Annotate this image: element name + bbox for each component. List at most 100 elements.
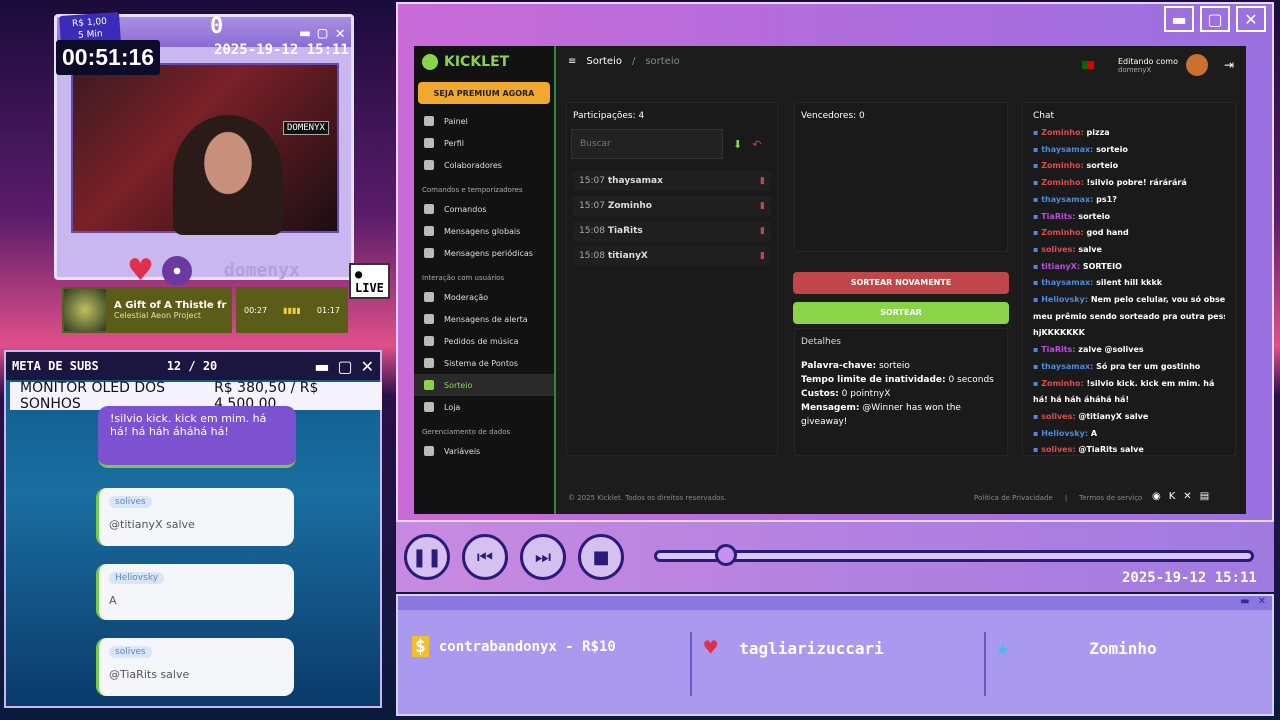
document-icon[interactable]: ▤ — [1200, 491, 1209, 502]
nav-label: Mensagens globais — [444, 226, 521, 236]
premium-button[interactable]: SEJA PREMIUM AGORA — [418, 82, 550, 104]
maximize-icon[interactable]: ▢ — [337, 357, 352, 376]
maximize-icon[interactable]: ▢ — [318, 23, 328, 42]
minimize-icon[interactable]: ▬ — [1240, 596, 1249, 610]
avatar[interactable] — [1185, 54, 1208, 76]
badge-icon: ▪ — [1033, 411, 1042, 421]
trash-icon[interactable]: ▮ — [760, 251, 765, 261]
gift-icon — [424, 380, 434, 390]
sidebar-item-loja[interactable]: Loja — [414, 396, 554, 418]
nav-label: Perfil — [444, 138, 465, 148]
flag-icon[interactable] — [1082, 61, 1094, 69]
player-date: 2025-19-12 15:11 — [1122, 570, 1257, 586]
dollar-icon: $ — [412, 636, 429, 657]
sidebar-item-perfil[interactable]: Perfil — [414, 132, 554, 154]
kick-icon[interactable]: K — [1169, 491, 1176, 502]
sidebar-item-comandos[interactable]: Comandos — [414, 198, 554, 220]
chat-message: hjKKKKKKK — [1033, 325, 1225, 342]
sidebar-item-musica[interactable]: Pedidos de música — [414, 330, 554, 352]
chat-text: Nem pelo celular, vou só observar — [1090, 295, 1225, 305]
participant-name: titianyX — [607, 251, 648, 261]
profile-icon — [424, 138, 434, 148]
minimize-icon[interactable]: ▬ — [300, 23, 310, 42]
trash-icon[interactable]: ▮ — [760, 176, 765, 186]
footer-links: Política de Privacidade | Termos de serv… — [974, 494, 1142, 502]
stop-button[interactable]: ■ — [578, 534, 624, 580]
chat-username: Heliovsky: — [1041, 428, 1089, 438]
chat-text: silent hill kkkk — [1093, 278, 1163, 288]
kicklet-app: KICKLET SEJA PREMIUM AGORA Painel Perfil… — [414, 46, 1246, 514]
nav-label: Sorteio — [444, 380, 473, 390]
previous-button[interactable]: ⏮ — [462, 534, 508, 580]
seek-handle[interactable] — [715, 544, 737, 566]
last-subscriber: ★ Zominho — [996, 636, 1157, 661]
badge-icon: ▪ — [1033, 144, 1042, 154]
chat-username: TiaRits: — [1041, 345, 1076, 355]
minimize-icon[interactable]: ▬ — [1164, 6, 1194, 32]
chat-text: @TiaRits salve — [1075, 445, 1144, 455]
vinyl-icon — [161, 255, 192, 286]
media-player: ❚❚ ⏮ ⏭ ■ 2025-19-12 15:11 — [396, 522, 1274, 592]
donation-text: contrabandonyx - R$10 — [438, 638, 616, 655]
participant-row: 15:07 thaysamax ▮ — [573, 171, 771, 191]
chat-text: salve — [1075, 244, 1102, 254]
footer-separator: | — [1064, 494, 1068, 502]
seek-bar[interactable] — [654, 550, 1254, 562]
winners-title: Vencedores: 0 — [801, 111, 865, 121]
maximize-icon[interactable]: ▢ — [1200, 6, 1230, 32]
chat-message: ▪ thaysamax: Só pra ter um gostinho — [1033, 359, 1225, 376]
close-icon[interactable]: ✕ — [361, 357, 374, 376]
subs-titlebar: META DE SUBS 12 / 20 ▬ ▢ ✕ — [6, 352, 380, 380]
minimize-icon[interactable]: ▬ — [314, 357, 329, 376]
menu-toggle-icon[interactable]: ≡ — [568, 56, 576, 67]
chat-text: pizza — [1083, 128, 1110, 137]
search-input[interactable] — [571, 129, 723, 159]
follower-text: tagliarizuccari — [739, 639, 884, 658]
chat-message: meu prêmio sendo sorteado pra outra pess… — [1033, 309, 1225, 326]
sidebar-item-colaboradores[interactable]: Colaboradores — [414, 154, 554, 176]
chat-message: ▪ Zominho: !silvio kick. kick em mim. há — [1033, 376, 1225, 393]
redraw-button[interactable]: SORTEAR NOVAMENTE — [793, 272, 1009, 294]
chat-text: há! há háh áháhá há! — [1033, 395, 1130, 405]
logout-icon[interactable]: ⇥ — [1224, 58, 1234, 72]
sidebar-item-pontos[interactable]: Sistema de Pontos — [414, 352, 554, 374]
trash-icon[interactable]: ▮ — [760, 226, 765, 236]
discord-icon[interactable]: ◉ — [1152, 491, 1161, 502]
sidebar-item-alertas[interactable]: Mensagens de alerta — [414, 308, 554, 330]
brand-text: domenyx — [223, 260, 300, 281]
sidebar-item-moderacao[interactable]: Moderação — [414, 286, 554, 308]
chat-message: ▪ Zominho: pizza — [1033, 125, 1225, 142]
sidebar-item-mensagens-periodicas[interactable]: Mensagens periódicas — [414, 242, 554, 264]
close-icon[interactable]: ✕ — [335, 23, 345, 42]
x-icon[interactable]: ✕ — [1183, 491, 1191, 502]
pause-button[interactable]: ❚❚ — [404, 534, 450, 580]
chat-bubble: Heliovsky A — [96, 564, 294, 620]
undo-icon[interactable]: ↶ — [752, 138, 761, 151]
close-icon[interactable]: ✕ — [1236, 6, 1266, 32]
sidebar-item-mensagens-globais[interactable]: Mensagens globais — [414, 220, 554, 242]
chat-user: solives — [109, 496, 152, 508]
album-art — [64, 289, 106, 331]
nav-label: Mensagens periódicas — [444, 248, 533, 258]
chat-user: solives — [109, 646, 152, 658]
sidebar-item-variaveis[interactable]: Variáveis — [414, 440, 554, 462]
nav-label: Pedidos de música — [444, 336, 519, 346]
privacy-link[interactable]: Política de Privacidade — [974, 494, 1053, 502]
terms-link[interactable]: Termos de serviço — [1079, 494, 1142, 502]
last-follower: ♥ tagliarizuccari — [704, 636, 884, 661]
song-elapsed: 00:27 — [244, 305, 268, 315]
trash-icon[interactable]: ▮ — [760, 201, 765, 211]
sidebar-item-sorteio[interactable]: Sorteio — [414, 374, 554, 396]
draw-button[interactable]: SORTEAR — [793, 302, 1009, 324]
close-icon[interactable]: ✕ — [1258, 596, 1266, 610]
streamer-image — [173, 115, 283, 235]
chat-username: thaysamax: — [1041, 278, 1094, 288]
next-button[interactable]: ⏭ — [520, 534, 566, 580]
logo[interactable]: KICKLET — [414, 46, 554, 78]
chat-user: Heliovsky — [109, 572, 165, 584]
chat-bubble-highlight: !silvio kick. kick em mim. há há! há háh… — [98, 406, 296, 468]
sidebar-item-painel[interactable]: Painel — [414, 110, 554, 132]
chat-username: Zominho: — [1041, 228, 1084, 238]
download-icon[interactable]: ⬇ — [733, 138, 742, 151]
breadcrumb-root[interactable]: Sorteio — [586, 56, 622, 67]
